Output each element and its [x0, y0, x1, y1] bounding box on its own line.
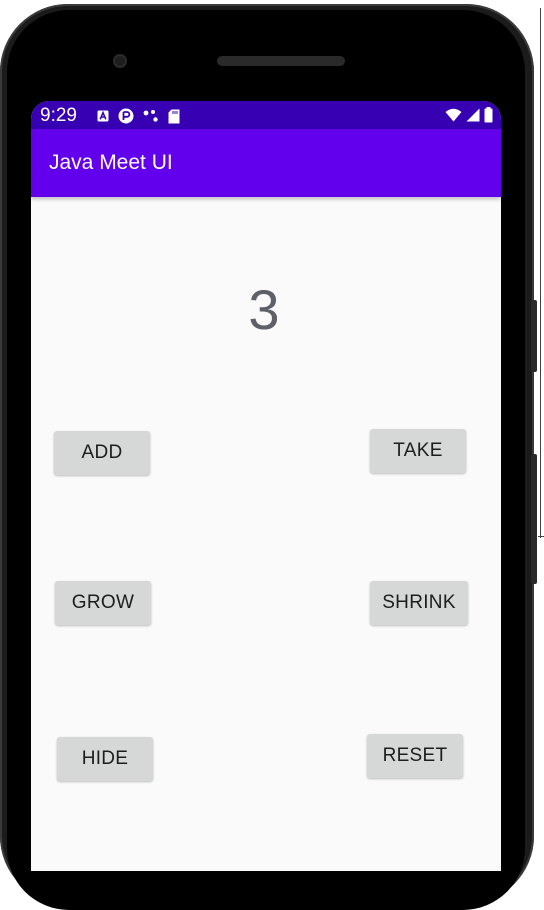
- earpiece-speaker: [217, 56, 345, 66]
- notification-icons: [97, 108, 180, 124]
- edge-line: [540, 8, 541, 538]
- volume-button[interactable]: [531, 454, 537, 584]
- system-icons: [445, 107, 493, 123]
- front-camera-icon: [113, 54, 127, 68]
- hide-button[interactable]: HIDE: [57, 737, 153, 781]
- status-time: 9:29: [40, 105, 77, 126]
- shrink-button[interactable]: SHRINK: [370, 581, 468, 625]
- reset-button[interactable]: RESET: [367, 734, 463, 778]
- add-button[interactable]: ADD: [54, 431, 150, 475]
- app-title: Java Meet UI: [49, 151, 173, 174]
- cell-signal-icon: [466, 108, 480, 122]
- wifi-icon: [445, 108, 462, 122]
- power-button[interactable]: [531, 300, 537, 372]
- sd-card-icon: [168, 109, 180, 123]
- device-screen: 9:29 Java Meet UI 3 ADD TAKE GROW SHRINK…: [31, 101, 501, 871]
- play-badge-icon: [118, 108, 134, 124]
- battery-icon: [484, 107, 493, 123]
- grow-button[interactable]: GROW: [55, 581, 151, 625]
- dots-icon: [143, 110, 158, 122]
- take-button[interactable]: TAKE: [370, 429, 466, 473]
- app-bar: Java Meet UI: [31, 129, 501, 197]
- a-box-icon: [97, 110, 109, 122]
- edge-tick: [538, 536, 544, 537]
- status-bar: 9:29: [31, 101, 501, 129]
- counter-display: 3: [248, 278, 280, 341]
